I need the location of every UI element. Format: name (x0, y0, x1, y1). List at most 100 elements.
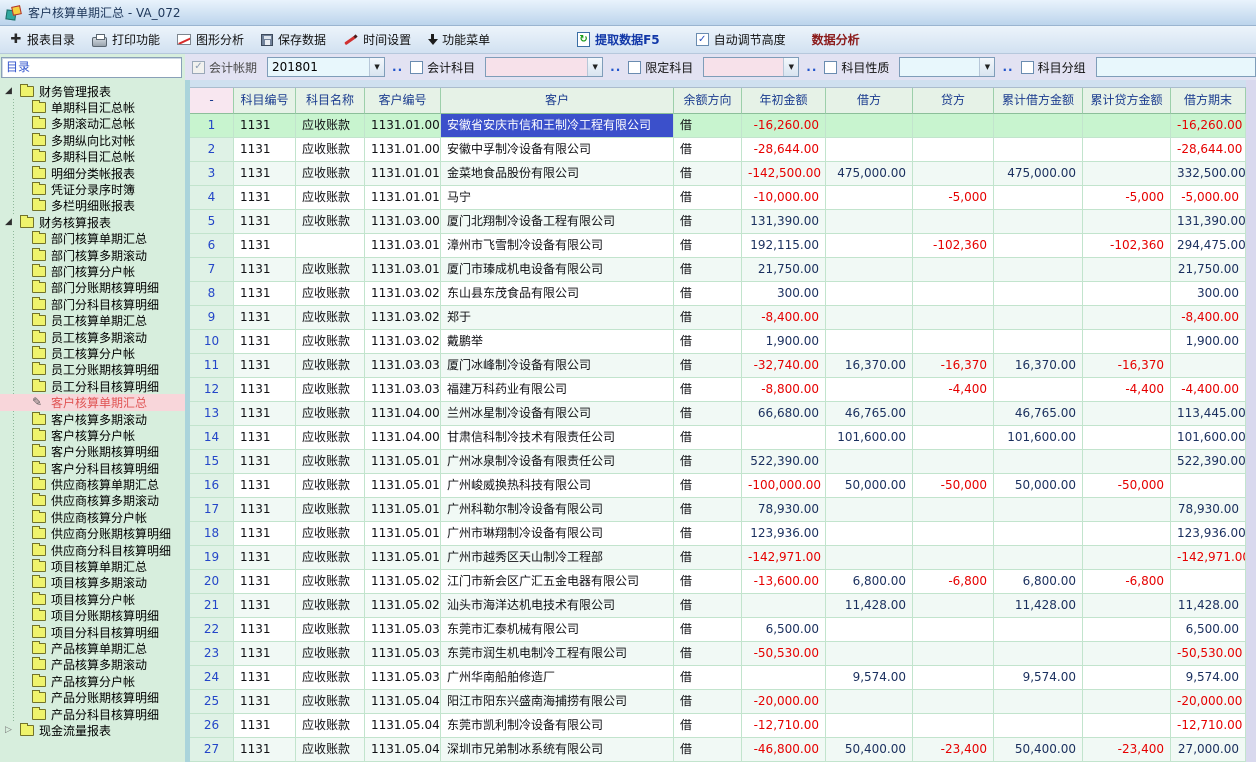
cell-accum-debit-amount[interactable]: 50,400.00 (994, 738, 1083, 762)
column-header-accum-debit-amount[interactable]: 累计借方金额 (994, 88, 1083, 114)
cell-customer-code[interactable]: 1131.05.013 (365, 498, 441, 522)
cell-credit[interactable]: -4,400 (913, 378, 994, 402)
table-row[interactable]: 121131应收账款1131.03.031福建万科药业有限公司借-8,800.0… (190, 378, 1246, 402)
cell-accum-credit-amount[interactable] (1083, 330, 1171, 354)
cell-customer-code[interactable]: 1131.03.018 (365, 258, 441, 282)
cell-accum-credit-amount[interactable] (1083, 426, 1171, 450)
cell-credit[interactable] (913, 618, 994, 642)
tree-item[interactable]: 客户分科目核算明细 (0, 460, 185, 476)
cell-subject-name[interactable]: 应收账款 (296, 378, 365, 402)
cell-balance-direction[interactable]: 借 (674, 378, 742, 402)
table-row[interactable]: 131131应收账款1131.04.001兰州冰星制冷设备有限公司借66,680… (190, 402, 1246, 426)
cell-accum-debit-amount[interactable] (994, 138, 1083, 162)
cell-customer[interactable]: 广州冰泉制冷设备有限责任公司 (441, 450, 674, 474)
cell-debit[interactable] (826, 138, 913, 162)
cell-credit[interactable]: -50,000 (913, 474, 994, 498)
cell-initial-amount[interactable]: -142,500.00 (742, 162, 826, 186)
cell-customer-code[interactable]: 1131.03.013 (365, 234, 441, 258)
limit-subject-browse-button[interactable]: .. (806, 60, 817, 74)
cell-accum-debit-amount[interactable] (994, 690, 1083, 714)
cell-subject-code[interactable]: 1131 (234, 426, 296, 450)
cell-row-number[interactable]: 6 (190, 234, 234, 258)
data-analysis-button[interactable]: 数据分析 (812, 31, 860, 48)
tree-item[interactable]: 产品分账期核算明细 (0, 689, 185, 705)
table-row[interactable]: 261131应收账款1131.05.042东莞市凯利制冷设备有限公司借-12,7… (190, 714, 1246, 738)
cell-customer-code[interactable]: 1131.05.044 (365, 738, 441, 762)
cell-initial-amount[interactable] (742, 594, 826, 618)
cell-customer-code[interactable]: 1131.03.008 (365, 210, 441, 234)
tree-group-item[interactable]: ◢财务管理报表 (0, 83, 185, 99)
cell-subject-code[interactable]: 1131 (234, 642, 296, 666)
cell-row-number[interactable]: 16 (190, 474, 234, 498)
cell-balance-direction[interactable]: 借 (674, 234, 742, 258)
cell-subject-name[interactable]: 应收账款 (296, 570, 365, 594)
tree-item[interactable]: 供应商核算分户帐 (0, 509, 185, 525)
cell-subject-code[interactable]: 1131 (234, 522, 296, 546)
cell-subject-name[interactable]: 应收账款 (296, 354, 365, 378)
cell-balance-direction[interactable]: 借 (674, 114, 742, 138)
cell-row-number[interactable]: 2 (190, 138, 234, 162)
cell-accum-credit-amount[interactable] (1083, 498, 1171, 522)
cell-customer-code[interactable]: 1131.01.011 (365, 162, 441, 186)
cell-subject-code[interactable]: 1131 (234, 618, 296, 642)
cell-accum-credit-amount[interactable] (1083, 642, 1171, 666)
cell-row-number[interactable]: 11 (190, 354, 234, 378)
cell-balance-direction[interactable]: 借 (674, 690, 742, 714)
cell-accum-credit-amount[interactable] (1083, 138, 1171, 162)
cell-initial-amount[interactable]: 66,680.00 (742, 402, 826, 426)
cell-debit-ending[interactable]: 332,500.00 (1171, 162, 1246, 186)
cell-credit[interactable] (913, 210, 994, 234)
cell-credit[interactable] (913, 402, 994, 426)
cell-debit-ending[interactable]: 123,936.00 (1171, 522, 1246, 546)
cell-initial-amount[interactable]: -28,644.00 (742, 138, 826, 162)
cell-subject-code[interactable]: 1131 (234, 714, 296, 738)
cell-accum-credit-amount[interactable] (1083, 258, 1171, 282)
tree-item[interactable]: 多栏明细账报表 (0, 198, 185, 214)
cell-customer-code[interactable]: 1131.05.035 (365, 642, 441, 666)
cell-initial-amount[interactable] (742, 426, 826, 450)
cell-credit[interactable] (913, 690, 994, 714)
tree-item[interactable]: 项目核算分户帐 (0, 591, 185, 607)
cell-debit-ending[interactable]: 9,574.00 (1171, 666, 1246, 690)
cell-row-number[interactable]: 24 (190, 666, 234, 690)
cell-row-number[interactable]: 5 (190, 210, 234, 234)
cell-accum-credit-amount[interactable] (1083, 690, 1171, 714)
cell-customer-code[interactable]: 1131.01.003 (365, 138, 441, 162)
cell-accum-credit-amount[interactable] (1083, 714, 1171, 738)
cell-initial-amount[interactable]: -46,800.00 (742, 738, 826, 762)
cell-customer[interactable]: 广州峻威换热科技有限公司 (441, 474, 674, 498)
cell-credit[interactable] (913, 594, 994, 618)
cell-accum-debit-amount[interactable]: 9,574.00 (994, 666, 1083, 690)
table-row[interactable]: 11131应收账款1131.01.002安徽省安庆市信和王制冷工程有限公司借-1… (190, 114, 1246, 138)
cell-row-number[interactable]: 21 (190, 594, 234, 618)
cell-initial-amount[interactable]: 21,750.00 (742, 258, 826, 282)
tree-item[interactable]: 凭证分录序时簿 (0, 181, 185, 197)
table-row[interactable]: 231131应收账款1131.05.035东莞市润生机电制冷工程有限公司借-50… (190, 642, 1246, 666)
cell-subject-name[interactable] (296, 234, 365, 258)
cell-balance-direction[interactable]: 借 (674, 138, 742, 162)
cell-credit[interactable] (913, 522, 994, 546)
cell-accum-credit-amount[interactable]: -16,370 (1083, 354, 1171, 378)
cell-accum-debit-amount[interactable]: 6,800.00 (994, 570, 1083, 594)
column-header-debit[interactable]: 借方 (826, 88, 913, 114)
cell-debit-ending[interactable]: 11,428.00 (1171, 594, 1246, 618)
table-row[interactable]: 211131应收账款1131.05.024汕头市海洋达机电技术有限公司借11,4… (190, 594, 1246, 618)
cell-customer-code[interactable]: 1131.05.041 (365, 690, 441, 714)
cell-balance-direction[interactable]: 借 (674, 210, 742, 234)
tree-item[interactable]: 项目分账期核算明细 (0, 608, 185, 624)
cell-balance-direction[interactable]: 借 (674, 738, 742, 762)
table-row[interactable]: 81131应收账款1131.03.022东山县东茂食品有限公司借300.0030… (190, 282, 1246, 306)
extract-data-button[interactable]: ↻ 提取数据F5 (577, 31, 660, 48)
period-combobox[interactable]: 201801 ▼ (267, 57, 385, 77)
cell-customer-code[interactable]: 1131.05.024 (365, 594, 441, 618)
cell-row-number[interactable]: 27 (190, 738, 234, 762)
cell-row-number[interactable]: 22 (190, 618, 234, 642)
tree-item[interactable]: 供应商分科目核算明细 (0, 542, 185, 558)
cell-subject-name[interactable]: 应收账款 (296, 714, 365, 738)
cell-initial-amount[interactable]: -142,971.00 (742, 546, 826, 570)
tree-item[interactable]: 员工分科目核算明细 (0, 378, 185, 394)
tree-item[interactable]: 客户核算分户帐 (0, 427, 185, 443)
cell-customer[interactable]: 东莞市凯利制冷设备有限公司 (441, 714, 674, 738)
cell-row-number[interactable]: 12 (190, 378, 234, 402)
cell-credit[interactable] (913, 450, 994, 474)
